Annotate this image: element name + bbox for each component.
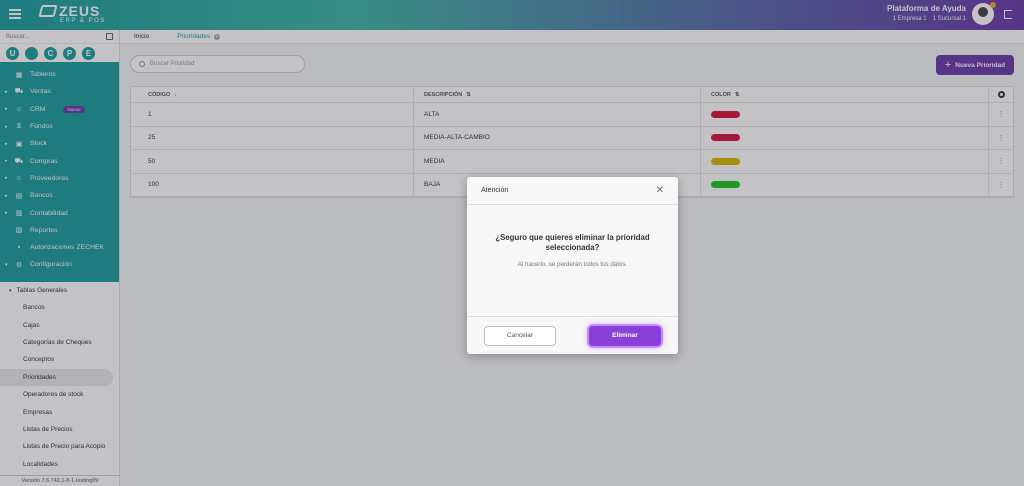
cancel-button[interactable]: Cancelar: [484, 325, 556, 346]
dialog-title: Atención: [481, 187, 509, 194]
close-icon[interactable]: ✕: [656, 185, 664, 196]
confirm-delete-dialog: Atención ✕ ¿Seguro que quieres eliminar …: [467, 177, 678, 354]
dialog-subtitle: Al hacerlo, se perderán todos tus datos.: [517, 261, 628, 268]
delete-button[interactable]: Eliminar: [589, 325, 661, 346]
dialog-question: ¿Seguro que quieres eliminar la priorida…: [495, 233, 650, 252]
